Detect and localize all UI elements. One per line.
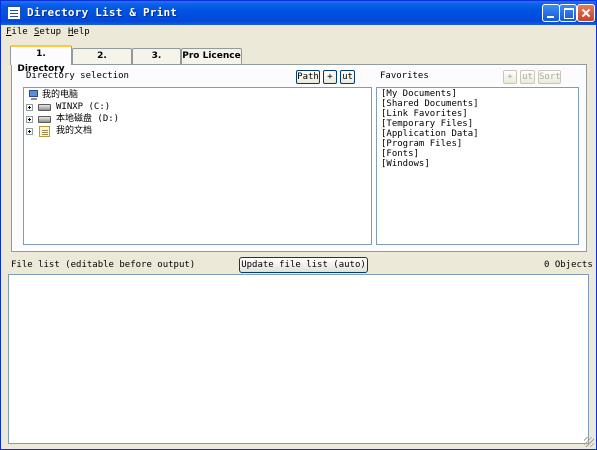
tab-selection[interactable]: 2. Selection <box>72 48 132 76</box>
main-window: Directory List & Print File Setup Help 1… <box>0 0 597 450</box>
add-favorite-button[interactable]: + <box>503 70 517 84</box>
expand-icon[interactable] <box>26 104 33 111</box>
favorites-label: Favorites <box>380 71 429 81</box>
drive-icon <box>38 104 51 111</box>
menu-file[interactable]: File <box>6 27 28 37</box>
tree-item-my-documents[interactable]: 我的文档 <box>26 125 136 138</box>
documents-folder-icon <box>39 126 50 137</box>
expand-icon[interactable] <box>26 116 33 123</box>
cut-favorite-button[interactable]: ut <box>520 70 535 84</box>
path-button[interactable]: Path <box>296 70 320 84</box>
list-item[interactable]: [Program Files] <box>381 139 462 149</box>
menu-help[interactable]: Help <box>68 27 90 37</box>
title-bar[interactable]: Directory List & Print <box>1 1 596 25</box>
list-item[interactable]: [Shared Documents] <box>381 99 479 109</box>
list-item[interactable]: [Application Data] <box>381 129 479 139</box>
tab-pro-licence[interactable]: Pro Licence <box>181 48 242 64</box>
list-item[interactable]: [Windows] <box>381 159 430 169</box>
close-button[interactable] <box>577 4 595 22</box>
list-item[interactable]: [Fonts] <box>381 149 419 159</box>
menu-bar: File Setup Help <box>1 25 596 41</box>
directory-tree[interactable]: 我的电脑 WINXP (C:) 本地磁盘 (D:) 我的文档 <box>23 87 372 245</box>
object-count: 0 Objects <box>544 260 593 270</box>
file-list-textarea[interactable] <box>8 274 589 444</box>
list-item[interactable]: [My Documents] <box>381 89 457 99</box>
tab-directory[interactable]: 1. Directory <box>10 45 72 74</box>
cut-directory-button[interactable]: ut <box>340 70 355 84</box>
favorites-list[interactable]: [My Documents] [Shared Documents] [Link … <box>376 87 579 245</box>
window-title: Directory List & Print <box>27 6 178 19</box>
maximize-button[interactable] <box>559 4 577 22</box>
list-item[interactable]: [Temporary Files] <box>381 119 473 129</box>
app-icon[interactable] <box>7 6 21 20</box>
tab-output[interactable]: 3. Output <box>132 48 181 76</box>
expand-icon[interactable] <box>26 128 33 135</box>
add-directory-button[interactable]: + <box>323 70 337 84</box>
update-file-list-button[interactable]: Update file list (auto) <box>239 257 368 273</box>
file-list-label: File list (editable before output) <box>11 260 196 270</box>
computer-icon <box>28 90 39 101</box>
sort-favorites-button[interactable]: Sort <box>538 70 561 84</box>
menu-setup[interactable]: Setup <box>34 27 61 37</box>
drive-icon <box>38 116 51 123</box>
resize-grip-icon[interactable] <box>584 437 594 447</box>
minimize-button[interactable] <box>542 4 560 22</box>
list-item[interactable]: [Link Favorites] <box>381 109 468 119</box>
